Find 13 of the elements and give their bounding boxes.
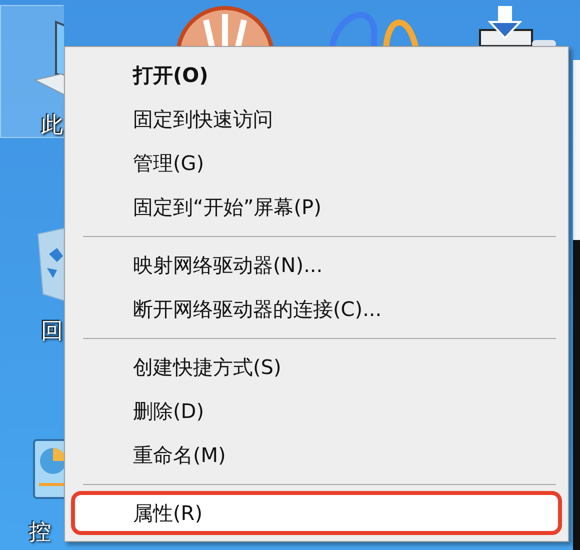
menu-item[interactable]: 映射网络驱动器(N)... (71, 243, 562, 287)
menu-item[interactable]: 属性(R) (71, 491, 562, 535)
menu-item[interactable]: 断开网络驱动器的连接(C)... (71, 287, 562, 331)
menu-item[interactable]: 重命名(M) (71, 433, 562, 477)
icon-label: 此 (41, 112, 63, 140)
menu-item[interactable]: 固定到快速访问 (71, 97, 562, 141)
menu-item[interactable]: 管理(G) (71, 141, 562, 185)
icon-label: 回 (41, 318, 63, 346)
menu-item[interactable]: 删除(D) (71, 389, 562, 433)
menu-item[interactable]: 打开(O) (71, 53, 562, 97)
menu-item[interactable]: 创建快捷方式(S) (71, 345, 562, 389)
icon-label: 控 (29, 519, 51, 547)
menu-item[interactable]: 固定到“开始”屏幕(P) (71, 185, 562, 229)
